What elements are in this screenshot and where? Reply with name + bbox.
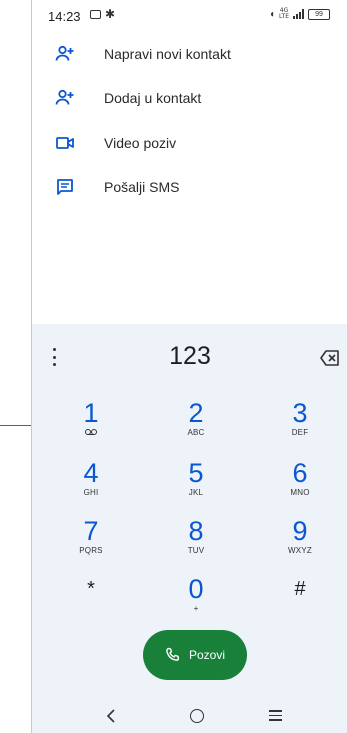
- home-icon[interactable]: [190, 709, 204, 723]
- dialpad-key-8[interactable]: 8 TUV: [166, 516, 226, 574]
- dialpad-key-1[interactable]: 1: [61, 398, 121, 456]
- add-person-icon: [55, 89, 74, 105]
- menu-item-label: Video poziv: [104, 135, 177, 151]
- video-camera-icon: [56, 137, 74, 149]
- key-letters: JKL: [188, 488, 204, 497]
- status-bar: 14:23 ✱ ◖ 4G LTE 99: [32, 0, 347, 30]
- phone-screen: 14:23 ✱ ◖ 4G LTE 99 Napravi novi kontakt…: [31, 0, 347, 733]
- key-letters: GHI: [83, 488, 99, 497]
- key-letters: +: [193, 604, 199, 613]
- dialpad-key-0[interactable]: 0 +: [166, 574, 226, 632]
- key-digit: #: [294, 578, 306, 600]
- key-digit: 7: [83, 516, 99, 546]
- back-icon[interactable]: [104, 708, 120, 724]
- menu-item-create-contact[interactable]: Napravi novi kontakt: [32, 32, 347, 76]
- gear-icon: ✱: [105, 7, 116, 21]
- key-letters: TUV: [187, 546, 205, 555]
- menu-item-label: Dodaj u kontakt: [104, 90, 202, 106]
- key-digit: 0: [188, 574, 204, 604]
- key-digit: 6: [292, 458, 308, 488]
- status-right-icons: ◖ 4G LTE 99: [269, 8, 330, 20]
- message-notification-icon: [90, 10, 101, 19]
- key-digit: 5: [188, 458, 204, 488]
- key-digit: 3: [292, 398, 308, 428]
- menu-item-send-sms[interactable]: Pošalji SMS: [32, 165, 347, 209]
- recents-menu-icon[interactable]: [269, 710, 282, 721]
- add-person-icon: [55, 45, 74, 61]
- key-digit: 2: [188, 398, 204, 428]
- dialpad-key-star[interactable]: *: [61, 574, 121, 632]
- voicemail-icon: [85, 429, 97, 435]
- call-button-label: Pozovi: [188, 648, 226, 662]
- message-icon: [57, 179, 73, 195]
- network-type-icon: 4G LTE: [279, 8, 289, 20]
- dialpad-key-4[interactable]: 4 GHI: [61, 458, 121, 516]
- key-digit: *: [87, 578, 95, 600]
- dialed-number: 123: [169, 342, 211, 370]
- dialpad-key-6[interactable]: 6 MNO: [270, 458, 330, 516]
- battery-level: 99: [315, 10, 323, 18]
- menu-item-label: Napravi novi kontakt: [104, 46, 231, 62]
- key-digit: 4: [83, 458, 99, 488]
- dialpad-key-7[interactable]: 7 PQRS: [61, 516, 121, 574]
- key-digit: 8: [188, 516, 204, 546]
- dialpad-key-3[interactable]: 3 DEF: [270, 398, 330, 456]
- dialpad-key-9[interactable]: 9 WXYZ: [270, 516, 330, 574]
- status-time: 14:23: [48, 9, 81, 24]
- navigation-bar: [32, 700, 347, 733]
- dialpad-key-5[interactable]: 5 JKL: [166, 458, 226, 516]
- call-button[interactable]: Pozovi: [143, 630, 247, 680]
- battery-icon: 99: [308, 8, 330, 20]
- key-digit: 9: [292, 516, 308, 546]
- backspace-icon[interactable]: [320, 350, 340, 366]
- key-letters: PQRS: [79, 546, 103, 555]
- network-type-bottom: LTE: [279, 13, 289, 20]
- menu-item-label: Pošalji SMS: [104, 179, 180, 195]
- key-digit: 1: [83, 398, 99, 428]
- dialpad-key-2[interactable]: 2 ABC: [166, 398, 226, 456]
- phone-icon: [166, 647, 180, 661]
- key-letters: ABC: [187, 428, 205, 437]
- nfc-icon: ◖: [268, 8, 276, 20]
- dialpad-sheet: 123 1 2 ABC 3 DEF 4 GHI 5 JKL 6 MNO 7 PQ…: [32, 324, 347, 733]
- key-letters: WXYZ: [288, 546, 312, 555]
- signal-icon: [293, 9, 304, 19]
- key-letters: MNO: [290, 488, 310, 497]
- dialpad-key-hash[interactable]: #: [270, 574, 330, 632]
- key-letters: DEF: [291, 428, 309, 437]
- menu-item-add-to-contact[interactable]: Dodaj u kontakt: [32, 76, 347, 120]
- menu-item-video-call[interactable]: Video poziv: [32, 121, 347, 165]
